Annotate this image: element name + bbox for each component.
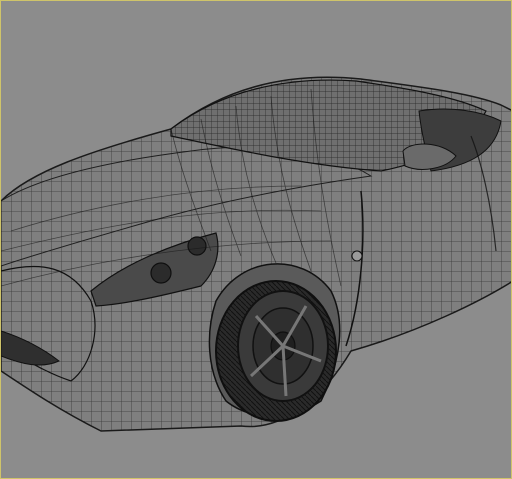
front-wheel-mesh — [208, 263, 341, 422]
3d-viewport[interactable] — [0, 0, 512, 479]
viewport-canvas[interactable] — [1, 1, 511, 478]
